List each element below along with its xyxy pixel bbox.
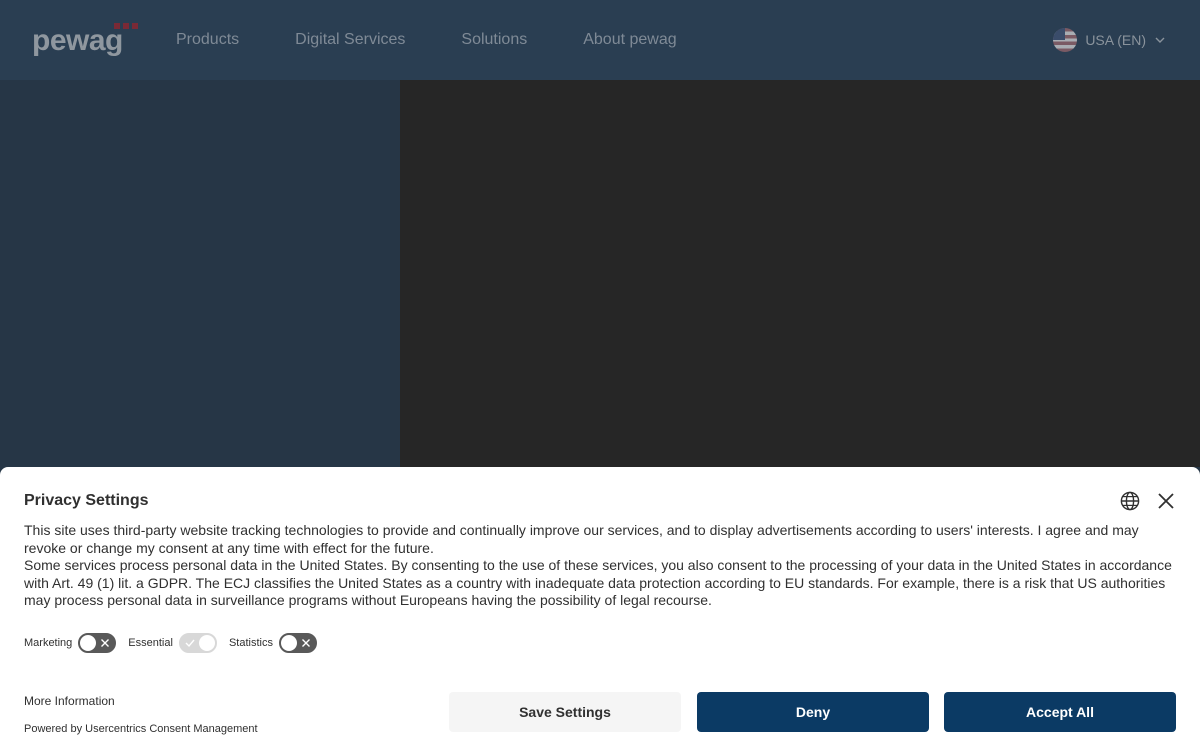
main-nav: Products Digital Services Solutions Abou… <box>176 0 733 80</box>
toggle-statistics: Statistics <box>228 632 317 653</box>
globe-icon[interactable] <box>1120 491 1140 511</box>
essential-switch[interactable] <box>178 632 217 653</box>
pewag-logo[interactable]: pewag <box>32 22 146 58</box>
chevron-down-icon <box>1155 37 1165 43</box>
statistics-switch[interactable] <box>278 632 317 653</box>
toggle-essential: Essential <box>128 632 217 653</box>
consent-actions <box>1120 491 1176 511</box>
save-settings-button[interactable]: Save Settings <box>449 692 681 732</box>
nav-item-about[interactable]: About pewag <box>583 31 676 49</box>
toggle-label-marketing: Marketing <box>24 636 73 649</box>
consent-paragraph-1: This site uses third-party website track… <box>24 522 1139 556</box>
consent-toggles: Marketing Essential Statistics <box>24 632 1176 654</box>
left-panel <box>0 80 400 467</box>
locale-selector[interactable]: USA (EN) <box>1053 27 1166 53</box>
consent-title: Privacy Settings <box>24 492 149 509</box>
consent-description: This site uses third-party website track… <box>24 522 1176 610</box>
marketing-switch[interactable] <box>78 632 117 653</box>
toggle-label-statistics: Statistics <box>228 636 273 649</box>
x-icon <box>301 638 310 647</box>
check-icon <box>185 639 195 648</box>
logo-text: pewag <box>32 24 123 57</box>
nav-item-products[interactable]: Products <box>176 31 239 49</box>
logo-dots <box>114 23 138 29</box>
powered-by-label: Powered by Usercentrics Consent Manageme… <box>24 723 258 735</box>
close-icon[interactable] <box>1156 491 1176 511</box>
nav-item-solutions[interactable]: Solutions <box>461 31 527 49</box>
more-information-link[interactable]: More Information <box>24 694 115 708</box>
consent-banner: Privacy Settings This site uses third-pa… <box>0 467 1200 750</box>
page: pewag Products Digital Services Solution… <box>0 0 1200 750</box>
hero-media <box>400 80 1200 467</box>
locale-label: USA (EN) <box>1085 32 1146 48</box>
toggle-marketing: Marketing <box>24 632 117 653</box>
toggle-label-essential: Essential <box>128 636 173 649</box>
x-icon <box>101 638 110 647</box>
us-flag-icon <box>1053 28 1078 52</box>
site-header: pewag Products Digital Services Solution… <box>0 0 1200 80</box>
deny-button[interactable]: Deny <box>697 692 929 732</box>
accept-all-button[interactable]: Accept All <box>944 692 1176 732</box>
nav-item-digital-services[interactable]: Digital Services <box>295 31 405 49</box>
consent-paragraph-2: Some services process personal data in t… <box>24 557 1172 609</box>
